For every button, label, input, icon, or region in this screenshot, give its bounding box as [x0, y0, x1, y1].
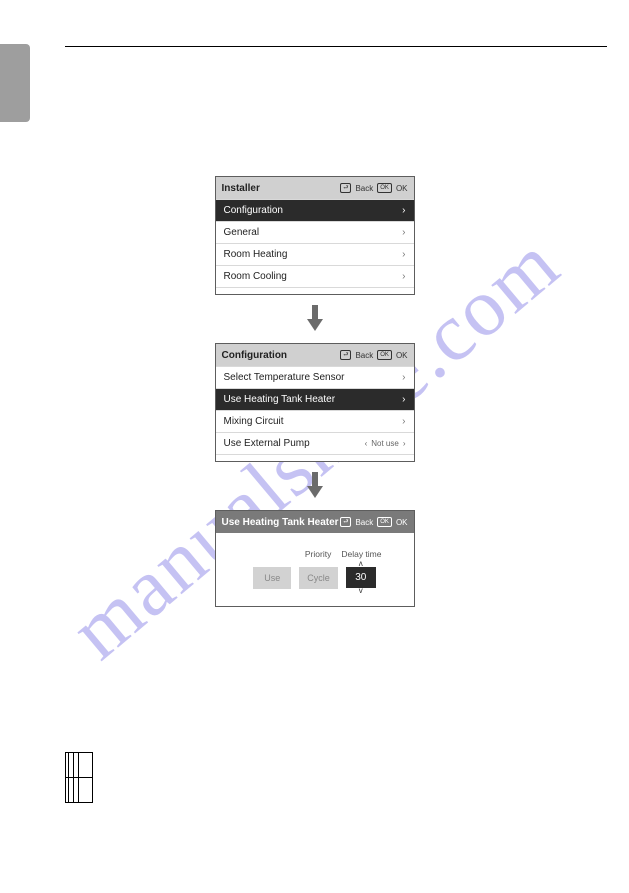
- top-rule: [65, 46, 607, 47]
- back-icon[interactable]: ⮐: [340, 350, 351, 360]
- ok-icon[interactable]: OK: [377, 183, 392, 193]
- menu-label: Room Heating: [224, 249, 288, 260]
- detail-body: Priority Delay time Use Cycle ʌ 30 v: [216, 533, 414, 606]
- menu-item-room-cooling[interactable]: Room Cooling ›: [216, 265, 414, 287]
- panel-title: Configuration: [222, 350, 288, 361]
- panel-installer: Installer ⮐ Back OK OK Configuration › G…: [215, 176, 415, 295]
- back-icon[interactable]: ⮐: [340, 183, 351, 193]
- panel-header: Installer ⮐ Back OK OK: [216, 177, 414, 199]
- menu-label: Mixing Circuit: [224, 416, 284, 427]
- ok-icon[interactable]: OK: [377, 350, 392, 360]
- value-label: Not use: [371, 439, 399, 448]
- ok-label: OK: [396, 518, 408, 527]
- menu-label: Use Heating Tank Heater: [224, 394, 336, 405]
- use-button[interactable]: Use: [253, 567, 291, 589]
- menu-item-partial[interactable]: [216, 454, 414, 461]
- header-actions: ⮐ Back OK OK: [340, 517, 407, 527]
- menu-label: [224, 455, 226, 462]
- menu-item-configuration[interactable]: Configuration ›: [216, 199, 414, 221]
- chevron-right-icon: ›: [402, 271, 405, 282]
- chevron-right-icon: ›: [402, 205, 405, 216]
- chevron-left-icon: ‹: [365, 439, 368, 448]
- chevron-right-icon: ›: [402, 227, 405, 238]
- table-row: [66, 753, 93, 778]
- menu-item-general[interactable]: General ›: [216, 221, 414, 243]
- chevron-down-icon[interactable]: v: [359, 588, 363, 594]
- table-cell: [78, 753, 92, 778]
- arrow-down-icon: [305, 305, 325, 333]
- page-tab: [0, 44, 30, 122]
- chevron-right-icon: ›: [402, 394, 405, 405]
- arrow-down-icon: [305, 472, 325, 500]
- back-label: Back: [355, 351, 373, 360]
- menu-label: General: [224, 227, 260, 238]
- detail-labels: Priority Delay time: [305, 549, 382, 559]
- table-row: [66, 778, 93, 803]
- menu-item-use-external-pump[interactable]: Use External Pump ‹ Not use ›: [216, 432, 414, 454]
- ok-label: OK: [396, 351, 408, 360]
- panel-configuration: Configuration ⮐ Back OK OK Select Temper…: [215, 343, 415, 462]
- chevron-right-icon: ›: [402, 249, 405, 260]
- value-chooser: ‹ Not use ›: [365, 439, 406, 448]
- ok-label: OK: [396, 184, 408, 193]
- footer-table: [65, 752, 93, 803]
- menu-item-partial[interactable]: [216, 287, 414, 294]
- table-cell: [78, 778, 92, 803]
- panel-header: Use Heating Tank Heater ⮐ Back OK OK: [216, 511, 414, 533]
- menu-item-room-heating[interactable]: Room Heating ›: [216, 243, 414, 265]
- chevron-right-icon: ›: [402, 416, 405, 427]
- panel-title: Use Heating Tank Heater: [222, 517, 339, 528]
- ok-icon[interactable]: OK: [377, 517, 392, 527]
- menu-label: [224, 288, 226, 295]
- panel-area: Installer ⮐ Back OK OK Configuration › G…: [0, 176, 629, 607]
- panel-use-heating-tank-heater: Use Heating Tank Heater ⮐ Back OK OK Pri…: [215, 510, 415, 607]
- back-icon[interactable]: ⮐: [340, 517, 351, 527]
- chevron-right-icon: ›: [403, 439, 406, 448]
- menu-item-select-sensor[interactable]: Select Temperature Sensor ›: [216, 366, 414, 388]
- header-actions: ⮐ Back OK OK: [340, 350, 407, 360]
- header-actions: ⮐ Back OK OK: [340, 183, 407, 193]
- menu-label: Configuration: [224, 205, 283, 216]
- menu-label: Use External Pump: [224, 438, 310, 449]
- cycle-button[interactable]: Cycle: [299, 567, 338, 589]
- stepper-row: Use Cycle ʌ 30 v: [253, 561, 376, 594]
- label-priority: Priority: [305, 549, 331, 559]
- panel-title: Installer: [222, 183, 260, 194]
- menu-label: Room Cooling: [224, 271, 287, 282]
- panel-header: Configuration ⮐ Back OK OK: [216, 344, 414, 366]
- chevron-right-icon: ›: [402, 372, 405, 383]
- back-label: Back: [355, 518, 373, 527]
- back-label: Back: [355, 184, 373, 193]
- delay-stepper[interactable]: ʌ 30 v: [346, 561, 376, 594]
- menu-item-mixing-circuit[interactable]: Mixing Circuit ›: [216, 410, 414, 432]
- delay-value: 30: [346, 567, 376, 588]
- label-delay: Delay time: [341, 549, 381, 559]
- menu-item-use-heating-tank-heater[interactable]: Use Heating Tank Heater ›: [216, 388, 414, 410]
- menu-label: Select Temperature Sensor: [224, 372, 345, 383]
